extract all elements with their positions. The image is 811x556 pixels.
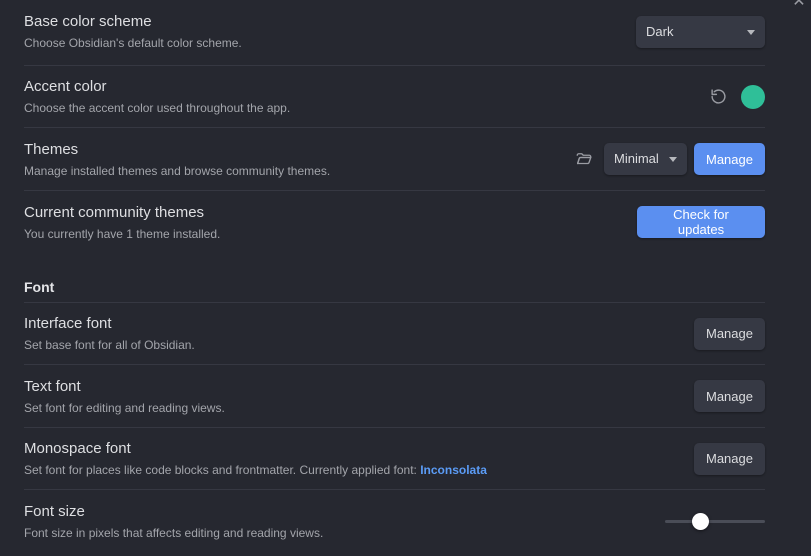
setting-controls: Check for updates [637, 206, 765, 238]
setting-community-themes: Current community themes You currently h… [24, 191, 765, 253]
setting-desc: Set base font for all of Obsidian. [24, 338, 195, 352]
setting-info: Monospace font Set font for places like … [24, 439, 487, 478]
setting-monospace-font: Monospace font Set font for places like … [24, 428, 765, 490]
setting-info: Base color scheme Choose Obsidian's defa… [24, 12, 242, 51]
setting-desc: Set font for editing and reading views. [24, 400, 225, 415]
setting-controls: Manage [694, 317, 765, 350]
settings-panel: ✕ Base color scheme Choose Obsidian's de… [0, 0, 811, 556]
folder-icon[interactable] [573, 148, 595, 170]
font-size-slider[interactable] [665, 512, 765, 530]
setting-desc: Choose Obsidian's default color scheme. [24, 36, 242, 50]
setting-desc: Choose the accent color used throughout … [24, 101, 291, 115]
setting-name: Monospace font [24, 440, 131, 457]
reset-icon[interactable] [707, 86, 729, 108]
setting-name: Interface font [24, 315, 112, 332]
setting-controls: Manage [694, 442, 765, 475]
setting-themes: Themes Manage installed themes and brows… [24, 128, 765, 191]
setting-desc: Manage installed themes and browse commu… [24, 163, 331, 178]
setting-controls: Manage [694, 380, 765, 412]
setting-accent-color: Accent color Choose the accent color use… [24, 66, 765, 128]
accent-color-swatch[interactable] [741, 84, 765, 109]
setting-interface-font: Interface font Set base font for all of … [24, 303, 765, 365]
close-icon[interactable]: ✕ [791, 0, 807, 10]
color-scheme-dropdown[interactable]: Dark [636, 15, 765, 48]
setting-text-font: Text font Set font for editing and readi… [24, 365, 765, 428]
check-for-updates-button[interactable]: Check for updates [637, 206, 765, 238]
setting-desc: Font size in pixels that affects editing… [24, 525, 324, 540]
setting-name: Current community themes [24, 203, 205, 221]
setting-controls [665, 512, 765, 530]
setting-info: Text font Set font for editing and readi… [24, 377, 225, 416]
setting-desc: You currently have 1 theme installed. [24, 226, 221, 241]
setting-controls [707, 84, 765, 109]
setting-controls: Dark [636, 15, 765, 48]
setting-name: Themes [24, 140, 79, 158]
setting-desc-text: Set font for places like code blocks and… [24, 463, 421, 477]
setting-desc: Set font for places like code blocks and… [24, 462, 487, 478]
setting-info: Font size Font size in pixels that affec… [24, 502, 323, 541]
manage-interface-font-button[interactable]: Manage [694, 317, 765, 350]
manage-monospace-font-button[interactable]: Manage [694, 442, 765, 475]
setting-name: Base color scheme [24, 13, 152, 30]
applied-font-link[interactable]: Inconsolata [420, 463, 487, 477]
manage-themes-button[interactable]: Manage [694, 143, 765, 175]
dropdown-value: Minimal [614, 151, 659, 166]
setting-base-color-scheme: Base color scheme Choose Obsidian's defa… [24, 0, 765, 66]
chevron-down-icon [669, 157, 677, 162]
setting-info: Themes Manage installed themes and brows… [24, 140, 330, 179]
dropdown-value: Dark [646, 23, 674, 39]
setting-name: Accent color [24, 78, 107, 95]
section-heading-font: Font [24, 253, 765, 303]
setting-info: Current community themes You currently h… [24, 203, 220, 242]
chevron-down-icon [747, 29, 755, 35]
setting-name: Text font [24, 377, 81, 395]
setting-info: Interface font Set base font for all of … [24, 314, 195, 353]
setting-font-size: Font size Font size in pixels that affec… [24, 490, 765, 552]
setting-info: Accent color Choose the accent color use… [24, 77, 290, 116]
setting-controls: Minimal Manage [573, 143, 765, 175]
theme-dropdown[interactable]: Minimal [604, 143, 687, 175]
manage-text-font-button[interactable]: Manage [694, 380, 765, 412]
setting-name: Font size [24, 502, 85, 520]
slider-thumb[interactable] [691, 512, 709, 530]
